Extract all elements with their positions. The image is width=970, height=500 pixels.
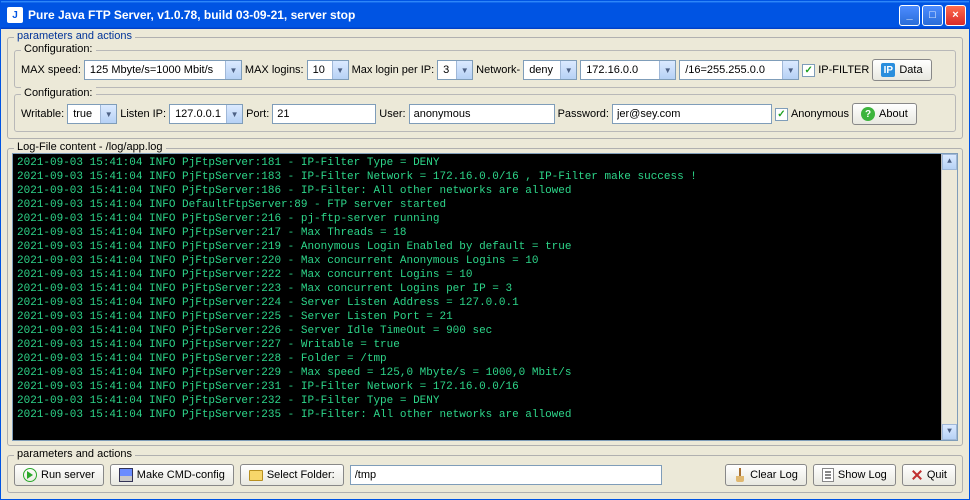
select-folder-button[interactable]: Select Folder: — [240, 464, 344, 486]
log-line: 2021-09-03 15:41:04 INFO PjFtpServer:222… — [17, 268, 953, 282]
max-logins-select[interactable]: 10 ▼ — [307, 60, 349, 80]
max-speed-label: MAX speed: — [21, 64, 81, 76]
max-speed-select[interactable]: 125 Mbyte/s=1000 Mbit/s ▼ — [84, 60, 242, 80]
log-line: 2021-09-03 15:41:04 INFO DefaultFtpServe… — [17, 198, 953, 212]
config2-group: Configuration: Writable: true ▼ Listen I… — [14, 94, 956, 132]
main-window: J Pure Java FTP Server, v1.0.78, build 0… — [0, 0, 970, 500]
log-line: 2021-09-03 15:41:04 INFO PjFtpServer:228… — [17, 352, 953, 366]
writable-select[interactable]: true ▼ — [67, 104, 117, 124]
log-group: Log-File content - /log/app.log 2021-09-… — [7, 148, 963, 446]
scroll-down-icon[interactable]: ▼ — [942, 424, 957, 440]
log-line: 2021-09-03 15:41:04 INFO PjFtpServer:229… — [17, 366, 953, 380]
anonymous-checkbox[interactable]: ✓ Anonymous — [775, 108, 849, 121]
log-line: 2021-09-03 15:41:04 INFO PjFtpServer:181… — [17, 156, 953, 170]
close-button[interactable]: × — [945, 5, 966, 26]
password-label: Password: — [558, 108, 609, 120]
ip-filter-checkbox[interactable]: ✓ IP-FILTER — [802, 64, 869, 77]
network-mode-select[interactable]: deny ▼ — [523, 60, 577, 80]
parameters-legend: parameters and actions — [14, 30, 135, 42]
chevron-down-icon: ▼ — [100, 105, 116, 123]
max-login-per-ip-label: Max login per IP: — [352, 64, 435, 76]
log-line: 2021-09-03 15:41:04 INFO PjFtpServer:231… — [17, 380, 953, 394]
network-label: Network- — [476, 64, 520, 76]
listen-ip-label: Listen IP: — [120, 108, 166, 120]
chevron-down-icon: ▼ — [332, 61, 348, 79]
user-label: User: — [379, 108, 405, 120]
run-server-button[interactable]: Run server — [14, 464, 104, 486]
scroll-up-icon[interactable]: ▲ — [942, 154, 957, 170]
log-line: 2021-09-03 15:41:04 INFO PjFtpServer:217… — [17, 226, 953, 240]
log-line: 2021-09-03 15:41:04 INFO PjFtpServer:219… — [17, 240, 953, 254]
log-line: 2021-09-03 15:41:04 INFO PjFtpServer:216… — [17, 212, 953, 226]
network-mask-select[interactable]: /16=255.255.0.0 ▼ — [679, 60, 799, 80]
listen-ip-select[interactable]: 127.0.0.1 ▼ — [169, 104, 243, 124]
question-icon: ? — [861, 107, 875, 121]
max-logins-label: MAX logins: — [245, 64, 304, 76]
writable-label: Writable: — [21, 108, 64, 120]
clear-log-button[interactable]: Clear Log — [725, 464, 807, 486]
log-line: 2021-09-03 15:41:04 INFO PjFtpServer:183… — [17, 170, 953, 184]
chevron-down-icon: ▼ — [226, 105, 242, 123]
app-icon: J — [7, 7, 23, 23]
log-line: 2021-09-03 15:41:04 INFO PjFtpServer:235… — [17, 408, 953, 422]
anonymous-label: Anonymous — [791, 108, 849, 120]
port-input[interactable] — [272, 104, 376, 124]
password-input[interactable] — [612, 104, 772, 124]
log-legend: Log-File content - /log/app.log — [14, 141, 166, 153]
ip-filter-label: IP-FILTER — [818, 64, 869, 76]
log-textarea[interactable]: 2021-09-03 15:41:04 INFO PjFtpServer:181… — [12, 153, 958, 441]
checkbox-icon: ✓ — [775, 108, 788, 121]
config2-legend: Configuration: — [21, 87, 96, 99]
parameters-group: parameters and actions Configuration: MA… — [7, 37, 963, 139]
titlebar[interactable]: J Pure Java FTP Server, v1.0.78, build 0… — [1, 1, 969, 29]
log-line: 2021-09-03 15:41:04 INFO PjFtpServer:186… — [17, 184, 953, 198]
chevron-down-icon: ▼ — [456, 61, 472, 79]
config1-legend: Configuration: — [21, 43, 96, 55]
play-icon — [23, 468, 37, 482]
config1-group: Configuration: MAX speed: 125 Mbyte/s=10… — [14, 50, 956, 88]
log-line: 2021-09-03 15:41:04 INFO PjFtpServer:224… — [17, 296, 953, 310]
broom-icon — [734, 468, 746, 482]
checkbox-icon: ✓ — [802, 64, 815, 77]
window-title: Pure Java FTP Server, v1.0.78, build 03-… — [28, 8, 899, 22]
ip-icon: IP — [881, 63, 895, 77]
disk-icon — [119, 468, 133, 482]
maximize-button[interactable]: □ — [922, 5, 943, 26]
data-button[interactable]: IP Data — [872, 59, 931, 81]
max-login-per-ip-select[interactable]: 3 ▼ — [437, 60, 473, 80]
exit-icon — [911, 469, 923, 481]
bottom-legend: parameters and actions — [14, 448, 135, 460]
make-cmd-config-button[interactable]: Make CMD-config — [110, 464, 234, 486]
log-line: 2021-09-03 15:41:04 INFO PjFtpServer:227… — [17, 338, 953, 352]
port-label: Port: — [246, 108, 269, 120]
chevron-down-icon: ▼ — [225, 61, 241, 79]
about-button[interactable]: ? About — [852, 103, 917, 125]
log-line: 2021-09-03 15:41:04 INFO PjFtpServer:220… — [17, 254, 953, 268]
chevron-down-icon: ▼ — [560, 61, 576, 79]
scrollbar[interactable]: ▲ ▼ — [941, 154, 957, 440]
chevron-down-icon: ▼ — [782, 61, 798, 79]
minimize-button[interactable]: _ — [899, 5, 920, 26]
folder-input[interactable] — [350, 465, 662, 485]
log-line: 2021-09-03 15:41:04 INFO PjFtpServer:232… — [17, 394, 953, 408]
show-log-button[interactable]: Show Log — [813, 464, 896, 486]
network-ip-select[interactable]: 172.16.0.0 ▼ — [580, 60, 676, 80]
log-line: 2021-09-03 15:41:04 INFO PjFtpServer:226… — [17, 324, 953, 338]
document-icon — [822, 468, 834, 482]
user-input[interactable] — [409, 104, 555, 124]
quit-button[interactable]: Quit — [902, 464, 956, 486]
folder-icon — [249, 470, 263, 481]
bottom-group: parameters and actions Run server Make C… — [7, 455, 963, 493]
chevron-down-icon: ▼ — [659, 61, 675, 79]
log-line: 2021-09-03 15:41:04 INFO PjFtpServer:223… — [17, 282, 953, 296]
log-line: 2021-09-03 15:41:04 INFO PjFtpServer:225… — [17, 310, 953, 324]
